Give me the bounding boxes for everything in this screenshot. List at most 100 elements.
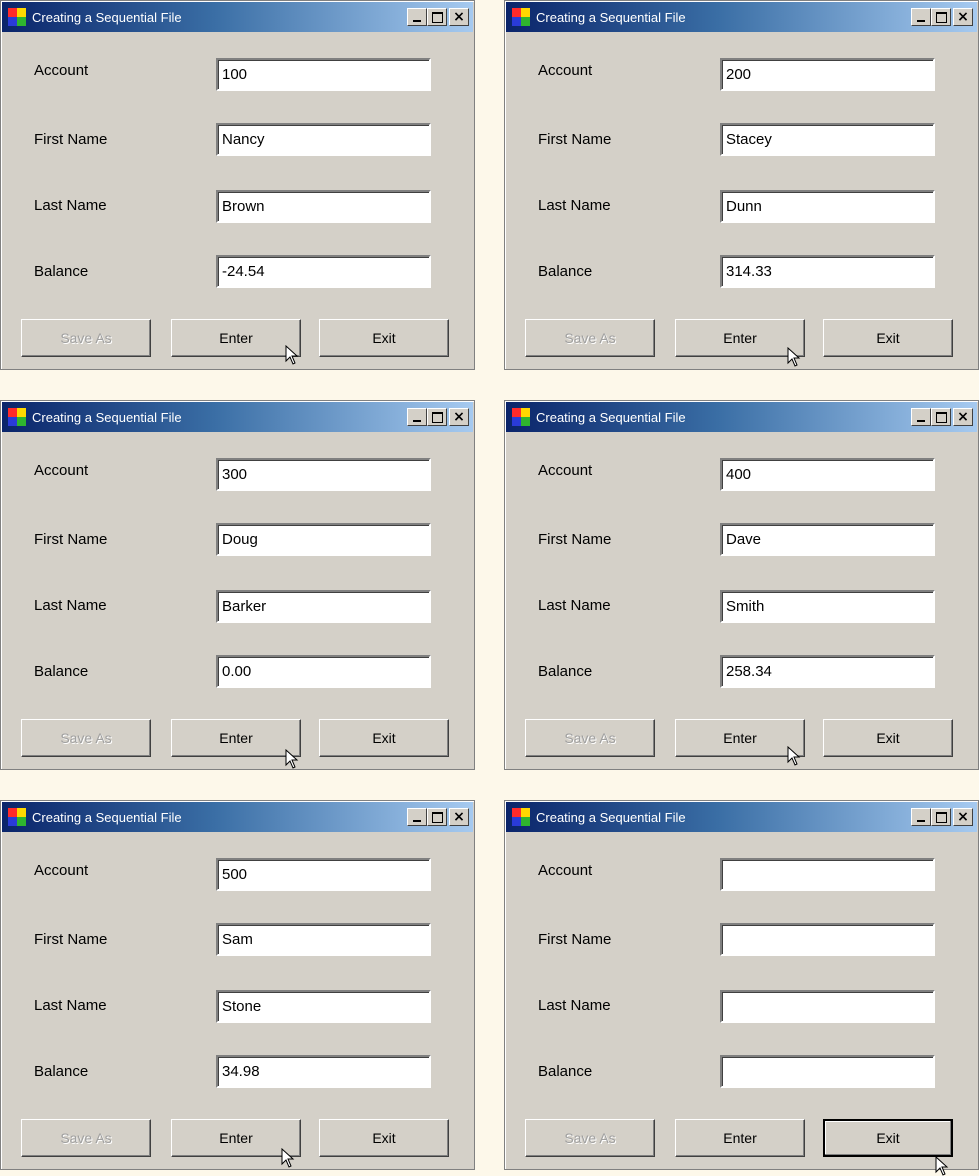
close-button[interactable]: × (953, 408, 973, 426)
exit-button[interactable]: Exit (319, 719, 449, 757)
input-balance[interactable] (216, 655, 431, 688)
maximize-icon (935, 811, 947, 823)
close-icon: × (957, 409, 969, 425)
close-button[interactable]: × (953, 808, 973, 826)
close-icon: × (453, 409, 465, 425)
exit-button[interactable]: Exit (823, 1119, 953, 1157)
input-balance[interactable] (216, 1055, 431, 1088)
close-button[interactable]: × (953, 8, 973, 26)
save-as-button[interactable]: Save As (525, 719, 655, 757)
input-first-name[interactable] (720, 123, 935, 156)
enter-button[interactable]: Enter (675, 719, 805, 757)
minimize-icon (917, 420, 925, 422)
enter-button[interactable]: Enter (171, 719, 301, 757)
title-bar[interactable]: Creating a Sequential File × (2, 402, 473, 432)
input-last-name[interactable] (216, 190, 431, 223)
mouse-cursor-icon (787, 746, 801, 766)
maximize-button[interactable] (427, 8, 447, 26)
input-first-name[interactable] (216, 523, 431, 556)
input-account[interactable] (720, 458, 935, 491)
mouse-cursor-icon (285, 345, 299, 365)
close-icon: × (453, 809, 465, 825)
enter-button[interactable]: Enter (675, 1119, 805, 1157)
window-title: Creating a Sequential File (536, 409, 686, 425)
exit-button[interactable]: Exit (319, 319, 449, 357)
maximize-button[interactable] (931, 408, 951, 426)
title-bar[interactable]: Creating a Sequential File × (2, 2, 473, 32)
input-balance[interactable] (720, 655, 935, 688)
app-window: Creating a Sequential File × Account First … (0, 0, 475, 370)
maximize-button[interactable] (427, 408, 447, 426)
app-icon[interactable] (8, 808, 26, 826)
input-last-name[interactable] (720, 990, 935, 1023)
input-account[interactable] (720, 858, 935, 891)
enter-button[interactable]: Enter (171, 319, 301, 357)
minimize-icon (917, 20, 925, 22)
save-as-button[interactable]: Save As (525, 1119, 655, 1157)
title-bar[interactable]: Creating a Sequential File × (506, 802, 977, 832)
app-icon[interactable] (8, 8, 26, 26)
input-last-name[interactable] (216, 990, 431, 1023)
maximize-icon (431, 811, 443, 823)
mouse-cursor-icon (787, 347, 801, 367)
maximize-icon (935, 411, 947, 423)
exit-button[interactable]: Exit (319, 1119, 449, 1157)
input-last-name[interactable] (720, 590, 935, 623)
input-account[interactable] (720, 58, 935, 91)
input-first-name[interactable] (720, 523, 935, 556)
title-controls: × (407, 408, 469, 426)
title-bar[interactable]: Creating a Sequential File × (506, 402, 977, 432)
minimize-button[interactable] (911, 808, 931, 826)
save-as-button[interactable]: Save As (21, 1119, 151, 1157)
close-button[interactable]: × (449, 8, 469, 26)
minimize-button[interactable] (407, 808, 427, 826)
title-bar[interactable]: Creating a Sequential File × (2, 802, 473, 832)
input-balance[interactable] (720, 1055, 935, 1088)
input-last-name[interactable] (216, 590, 431, 623)
label-last-name: Last Name (34, 197, 107, 214)
input-balance[interactable] (720, 255, 935, 288)
app-icon[interactable] (512, 808, 530, 826)
minimize-button[interactable] (407, 8, 427, 26)
input-account[interactable] (216, 58, 431, 91)
label-first-name: First Name (34, 931, 108, 948)
app-icon[interactable] (512, 8, 530, 26)
window-title: Creating a Sequential File (32, 409, 182, 425)
app-window: Creating a Sequential File × Account First … (0, 800, 475, 1170)
maximize-button[interactable] (931, 8, 951, 26)
input-account[interactable] (216, 458, 431, 491)
maximize-button[interactable] (931, 808, 951, 826)
minimize-button[interactable] (911, 8, 931, 26)
minimize-button[interactable] (407, 408, 427, 426)
save-as-button[interactable]: Save As (21, 319, 151, 357)
exit-button[interactable]: Exit (823, 319, 953, 357)
input-first-name[interactable] (216, 123, 431, 156)
input-balance[interactable] (216, 255, 431, 288)
label-last-name: Last Name (538, 597, 611, 614)
app-window: Creating a Sequential File × Account First … (504, 400, 979, 770)
label-account: Account (34, 62, 89, 79)
app-icon[interactable] (8, 408, 26, 426)
mouse-cursor-icon (285, 749, 299, 769)
minimize-icon (413, 820, 421, 822)
app-icon[interactable] (512, 408, 530, 426)
save-as-button[interactable]: Save As (525, 319, 655, 357)
input-account[interactable] (216, 858, 431, 891)
label-first-name: First Name (34, 531, 108, 548)
label-first-name: First Name (538, 531, 612, 548)
minimize-icon (413, 20, 421, 22)
label-account: Account (538, 862, 593, 879)
maximize-button[interactable] (427, 808, 447, 826)
minimize-button[interactable] (911, 408, 931, 426)
save-as-button[interactable]: Save As (21, 719, 151, 757)
title-bar[interactable]: Creating a Sequential File × (506, 2, 977, 32)
input-first-name[interactable] (720, 923, 935, 956)
exit-button[interactable]: Exit (823, 719, 953, 757)
label-last-name: Last Name (538, 197, 611, 214)
close-button[interactable]: × (449, 808, 469, 826)
enter-button[interactable]: Enter (675, 319, 805, 357)
input-first-name[interactable] (216, 923, 431, 956)
input-last-name[interactable] (720, 190, 935, 223)
minimize-icon (413, 420, 421, 422)
close-button[interactable]: × (449, 408, 469, 426)
